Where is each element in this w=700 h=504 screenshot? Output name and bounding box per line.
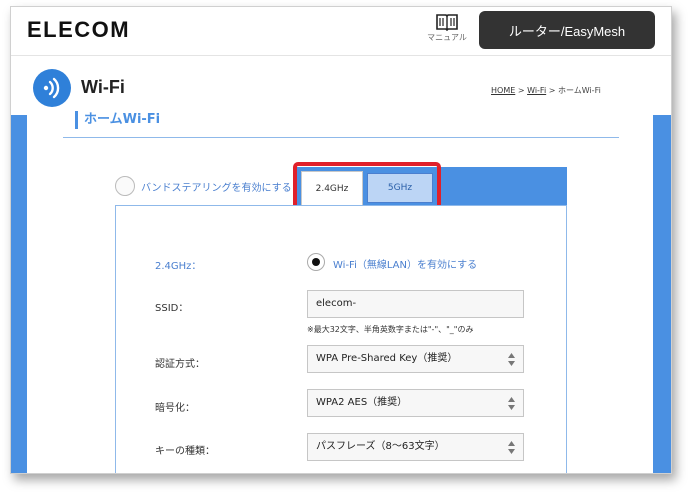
updown-arrow-icon xyxy=(508,397,515,410)
right-blue-bar xyxy=(653,115,671,473)
header-divider xyxy=(11,55,671,56)
router-easymesh-button[interactable]: ルーター/EasyMesh xyxy=(479,11,655,49)
manual-label: マニュアル xyxy=(427,33,467,42)
band-steering-radio[interactable] xyxy=(115,176,135,196)
ssid-note: ※最大32文字、半角英数字または"-"、"_"のみ xyxy=(307,325,474,334)
book-icon xyxy=(436,14,458,31)
breadcrumb-separator: > xyxy=(515,86,528,95)
ssid-field[interactable] xyxy=(307,290,524,318)
section-divider xyxy=(63,137,619,138)
wifi-icon xyxy=(43,77,60,99)
page-title: Wi-Fi xyxy=(81,77,125,97)
section-title: ホームWi-Fi xyxy=(75,111,160,129)
encryption-label: 暗号化： xyxy=(155,403,195,414)
breadcrumb: HOME > Wi-Fi > ホームWi-Fi xyxy=(491,85,601,96)
auth-label: 認証方式： xyxy=(155,359,205,370)
radio-selected-dot xyxy=(312,258,320,266)
key-type-select-value: パスフレーズ（8〜63文字） xyxy=(316,441,445,452)
browser-frame: ELECOM マニュアル ルーター/EasyMesh Wi-Fi HOME > … xyxy=(10,6,672,474)
wifi-enable-label[interactable]: Wi-Fi（無線LAN）を有効にする xyxy=(333,256,477,271)
breadcrumb-home-link[interactable]: HOME xyxy=(491,86,515,95)
manual-button[interactable]: マニュアル xyxy=(423,13,471,51)
ssid-label: SSID： xyxy=(155,303,189,314)
auth-select[interactable]: WPA Pre-Shared Key（推奨） xyxy=(307,345,524,373)
ssid-input[interactable] xyxy=(316,298,506,309)
auth-select-value: WPA Pre-Shared Key（推奨） xyxy=(316,353,458,364)
wifi-enable-radio[interactable] xyxy=(307,253,325,271)
elecom-logo: ELECOM xyxy=(27,17,131,42)
key-type-select[interactable]: パスフレーズ（8〜63文字） xyxy=(307,433,524,461)
tab-highlight-box xyxy=(293,162,441,210)
band-steering-label[interactable]: バンドステアリングを有効にする xyxy=(141,179,292,194)
breadcrumb-wifi-link[interactable]: Wi-Fi xyxy=(527,86,546,95)
key-type-label: キーの種類： xyxy=(155,446,215,457)
left-blue-bar xyxy=(11,115,27,473)
band-label: 2.4GHz： xyxy=(155,261,202,272)
wifi-page-icon xyxy=(33,69,71,107)
encryption-select[interactable]: WPA2 AES（推奨） xyxy=(307,389,524,417)
updown-arrow-icon xyxy=(508,353,515,366)
breadcrumb-separator: > xyxy=(546,86,558,95)
updown-arrow-icon xyxy=(508,441,515,454)
breadcrumb-current: ホームWi-Fi xyxy=(557,86,601,95)
encryption-select-value: WPA2 AES（推奨） xyxy=(316,397,408,408)
